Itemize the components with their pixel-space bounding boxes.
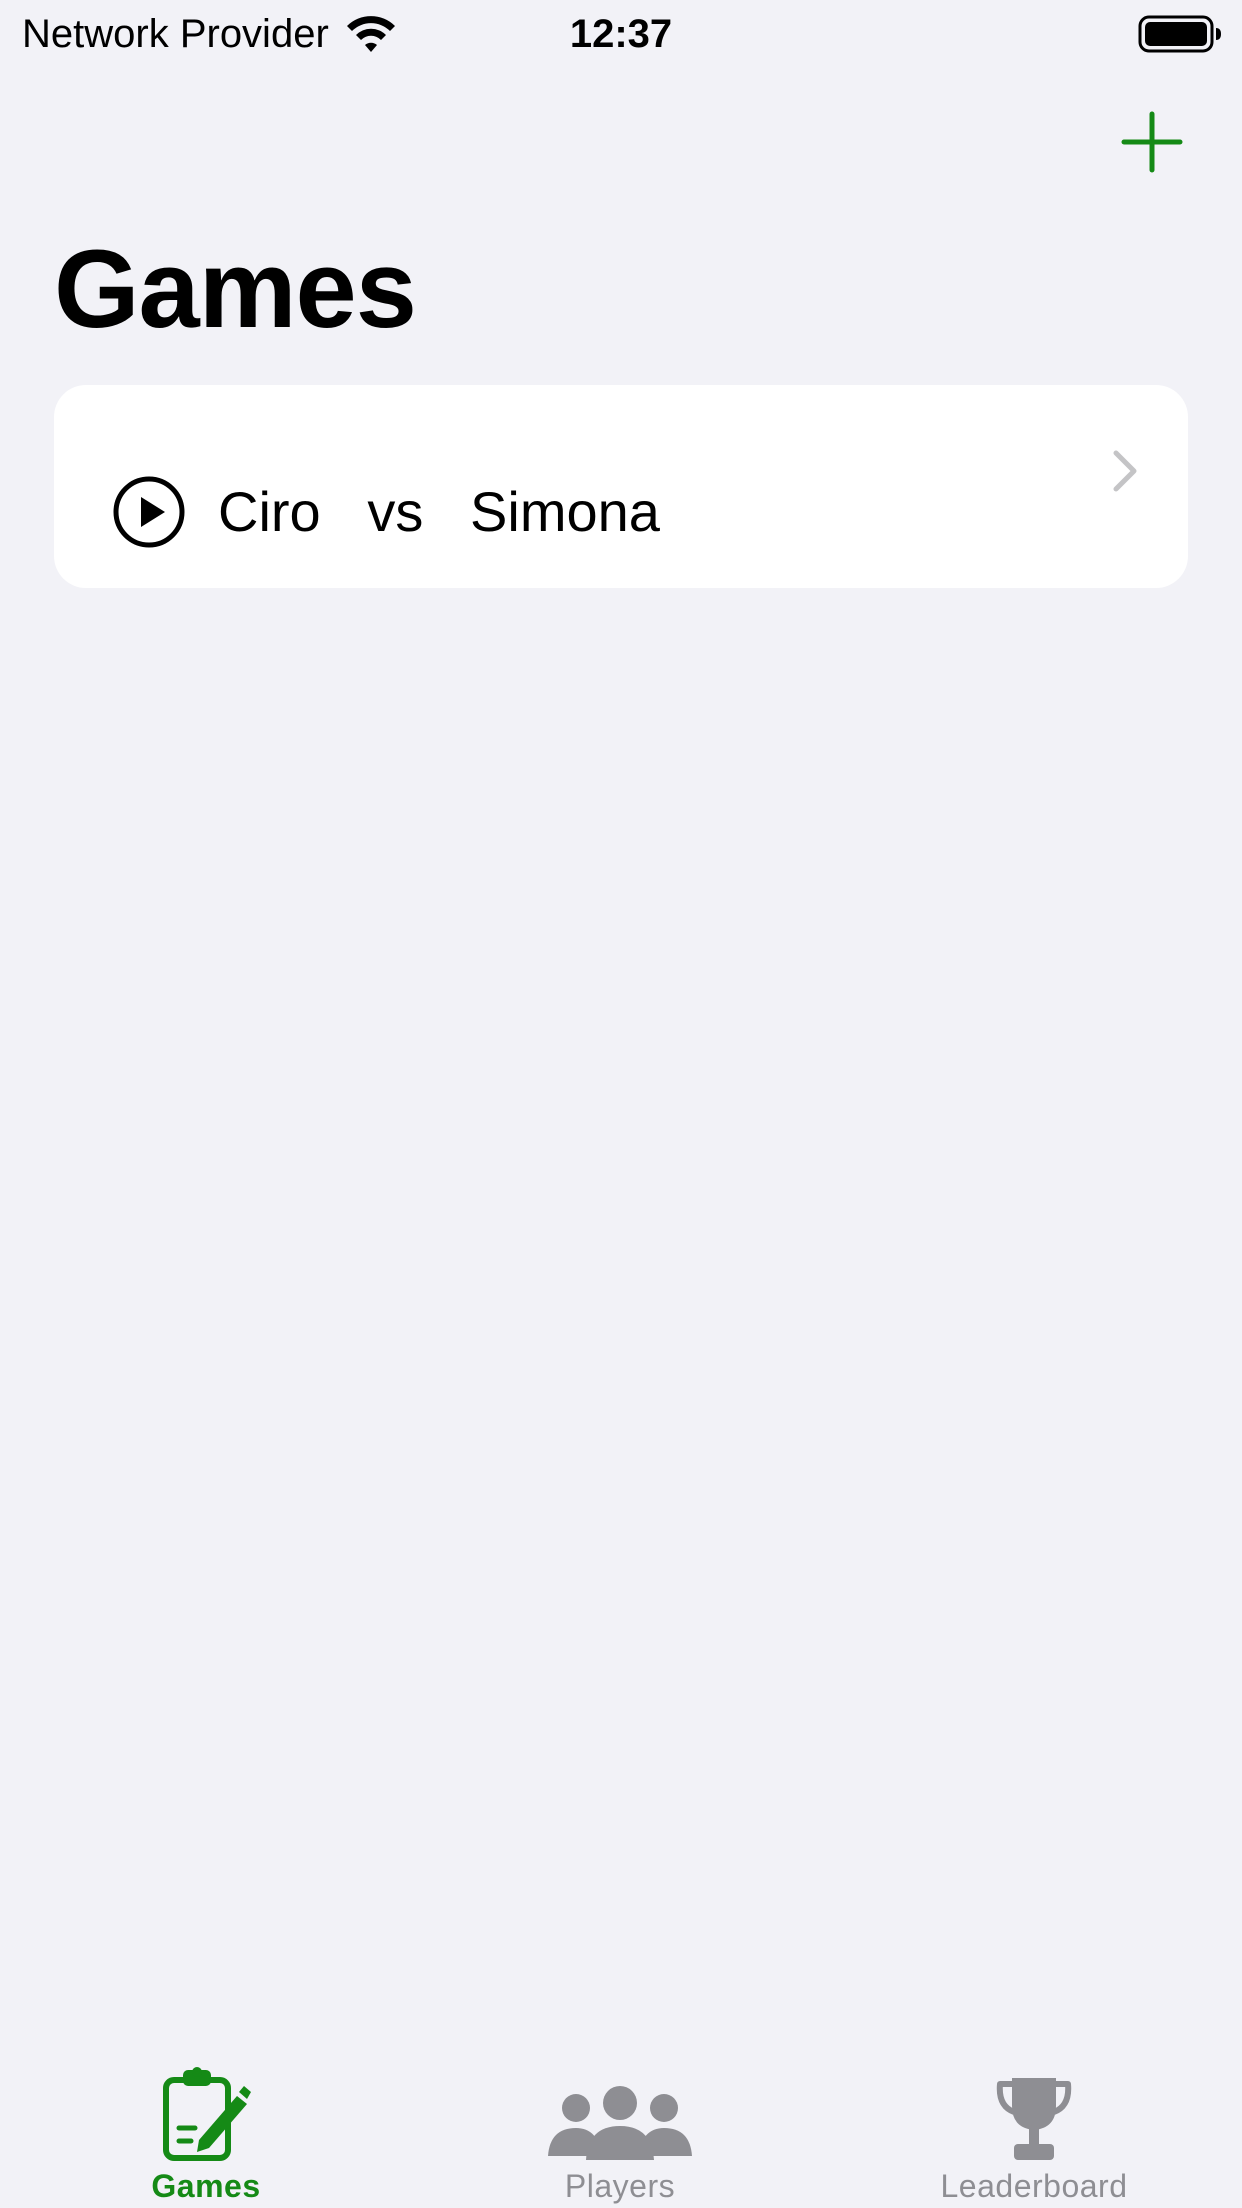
tab-players[interactable]: Players [470, 2030, 770, 2208]
clipboard-edit-icon [161, 2062, 251, 2162]
add-game-button[interactable] [1116, 106, 1188, 178]
tab-games-label: Games [151, 2168, 261, 2204]
game-row[interactable]: Ciro vs Simona [54, 385, 1188, 588]
tab-games[interactable]: Games [56, 2030, 356, 2208]
tab-players-label: Players [564, 2168, 676, 2204]
play-circle-icon [112, 475, 186, 549]
page-title: Games [54, 228, 417, 351]
battery-icon [1138, 14, 1222, 54]
plus-icon [1121, 111, 1183, 173]
people-icon [548, 2062, 692, 2162]
tab-leaderboard[interactable]: Leaderboard [884, 2030, 1184, 2208]
tab-bar: Games Players Leaderboard [0, 2030, 1242, 2208]
status-bar: Network Provider 12:37 [0, 0, 1242, 70]
game-title: Ciro vs Simona [218, 480, 660, 543]
games-list: Ciro vs Simona [54, 385, 1188, 588]
tab-leaderboard-label: Leaderboard [940, 2168, 1128, 2204]
chevron-right-icon [1108, 447, 1144, 495]
games-screen: Network Provider 12:37 Games Ciro vs Sim… [0, 0, 1242, 2208]
trophy-icon [996, 2062, 1072, 2162]
status-time: 12:37 [569, 12, 673, 56]
